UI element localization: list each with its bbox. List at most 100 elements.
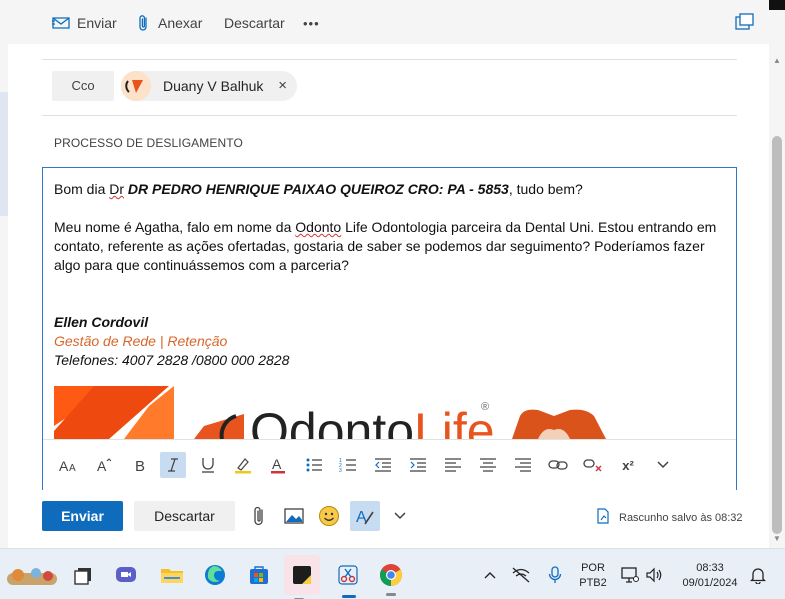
notifications-bell-icon[interactable] [746,560,770,590]
align-left-icon[interactable] [440,452,466,478]
body-paragraph: Meu nome é Agatha, falo em nome da Odont… [54,218,724,275]
popout-window-icon [735,13,755,31]
message-body-editor[interactable]: Bom dia Dr DR PEDRO HENRIQUE PAIXAO QUEI… [42,167,737,490]
show-hidden-icons-chevron-icon[interactable] [477,560,503,590]
more-actions-chevron-icon[interactable] [387,503,413,529]
clock-date: 09/01/2024 [682,577,738,589]
clock[interactable]: 08:33 09/01/2024 [676,561,744,591]
attach-command[interactable]: Anexar [137,13,202,33]
send-icon [52,16,70,30]
chrome-browser-icon[interactable] [376,560,406,596]
microphone-icon[interactable] [542,560,568,590]
greeting-recipient: DR PEDRO HENRIQUE PAIXAO QUEIROZ CRO: PA… [124,181,509,197]
superscript-icon[interactable]: x² [615,452,641,478]
attach-file-icon[interactable] [246,503,272,529]
grow-font-icon[interactable]: A [91,452,117,478]
discard-command[interactable]: Descartar [224,13,285,33]
scrollbar-thumb[interactable] [772,136,782,534]
insert-image-icon[interactable] [281,503,307,529]
scroll-down-arrow-icon[interactable]: ▼ [769,534,785,543]
remove-recipient-icon[interactable]: × [278,77,287,94]
message-body[interactable]: Bom dia Dr DR PEDRO HENRIQUE PAIXAO QUEI… [54,180,724,370]
svg-text:3: 3 [339,468,342,473]
compose-window: Enviar Anexar Descartar ••• ▲ ▼ Cco Duan… [0,0,785,599]
discard-button[interactable]: Descartar [134,501,235,531]
volume-icon[interactable] [642,560,666,590]
left-pane-strip [0,44,8,548]
task-view-icon[interactable] [68,560,98,590]
cco-button[interactable]: Cco [52,71,114,101]
remove-link-icon[interactable] [580,452,606,478]
numbered-list-icon[interactable]: 123 [335,452,361,478]
paperclip-icon [137,14,151,32]
editor-styles-icon[interactable]: A [350,501,380,531]
greeting-suffix: , tudo bem? [508,181,583,197]
more-options-button[interactable]: ••• [303,13,320,33]
highlight-icon[interactable] [230,452,256,478]
discard-command-label: Descartar [224,15,285,31]
display-icon[interactable] [618,560,642,590]
svg-text:A: A [59,458,69,473]
recipient-chip[interactable]: Duany V Balhuk × [121,71,297,101]
draft-status: Rascunho salvo às 08:32 [596,508,743,527]
meet-chat-icon[interactable] [111,560,141,590]
align-center-icon[interactable] [475,452,501,478]
underline-icon[interactable] [195,452,221,478]
file-explorer-icon[interactable] [157,560,187,590]
divider [42,115,737,116]
greeting-text: Bom dia [54,181,110,197]
vertical-scrollbar[interactable]: ▲ ▼ [769,44,785,548]
windows-taskbar: POR PTB2 08:33 09/01/2024 [0,548,785,599]
align-right-icon[interactable] [510,452,536,478]
svg-text:B: B [135,458,145,473]
language-indicator[interactable]: POR PTB2 [574,561,612,591]
avatar [121,71,151,101]
greeting-dr: Dr [109,181,125,197]
superscript-label: x² [622,457,634,473]
banner-logo-text: Odonto [250,403,414,439]
emoji-icon[interactable] [316,503,342,529]
svg-text:A: A [69,463,76,473]
edge-browser-icon[interactable] [200,560,230,590]
paragraph-odonto: Odonto [295,219,342,235]
svg-text:A: A [97,458,107,473]
send-command-label: Enviar [77,15,117,31]
insert-link-icon[interactable] [545,452,571,478]
paragraph-text: Meu nome é Agatha, falo em nome da [54,219,296,235]
attach-command-label: Anexar [158,15,203,31]
draft-status-text: Rascunho salvo às 08:32 [619,511,743,524]
microsoft-store-icon[interactable] [244,560,274,590]
italic-icon[interactable] [160,452,186,478]
divider [42,59,737,60]
network-offline-icon[interactable] [508,560,534,590]
bold-icon[interactable]: B [127,452,153,478]
send-command[interactable]: Enviar [52,13,117,33]
language-code: POR [581,562,605,574]
svg-text:A: A [272,456,282,472]
left-pane-highlight [0,92,8,216]
more-formatting-chevron-icon[interactable] [650,452,676,478]
signature-banner-image: Odonto Life ® [54,386,726,439]
bullet-list-icon[interactable] [301,452,327,478]
more-dots-icon: ••• [303,15,320,31]
registered-mark: ® [481,401,489,413]
clock-time: 08:33 [696,562,724,574]
subject-field[interactable]: PROCESSO DE DESLIGAMENTO [54,136,243,150]
send-button[interactable]: Enviar [42,501,123,531]
decrease-indent-icon[interactable] [370,452,396,478]
formatting-toolbar: AA A B A 123 x² [43,439,736,490]
font-size-icon[interactable]: AA [56,452,82,478]
keyboard-layout: PTB2 [579,577,607,589]
popout-window-button[interactable] [735,12,755,32]
recipient-name: Duany V Balhuk [163,78,264,94]
greeting-line: Bom dia Dr DR PEDRO HENRIQUE PAIXAO QUEI… [54,180,724,199]
scroll-up-arrow-icon[interactable]: ▲ [769,56,785,65]
weather-widget-icon[interactable] [6,560,58,590]
signature-role: Gestão de Rede | Retenção [54,333,228,349]
compose-toolbar: Enviar Anexar Descartar ••• [0,0,785,44]
increase-indent-icon[interactable] [405,452,431,478]
sticky-notes-icon[interactable] [284,555,320,599]
font-color-icon[interactable]: A [265,452,291,478]
snipping-tool-icon[interactable] [333,560,363,598]
signature-name: Ellen Cordovil [54,314,149,330]
